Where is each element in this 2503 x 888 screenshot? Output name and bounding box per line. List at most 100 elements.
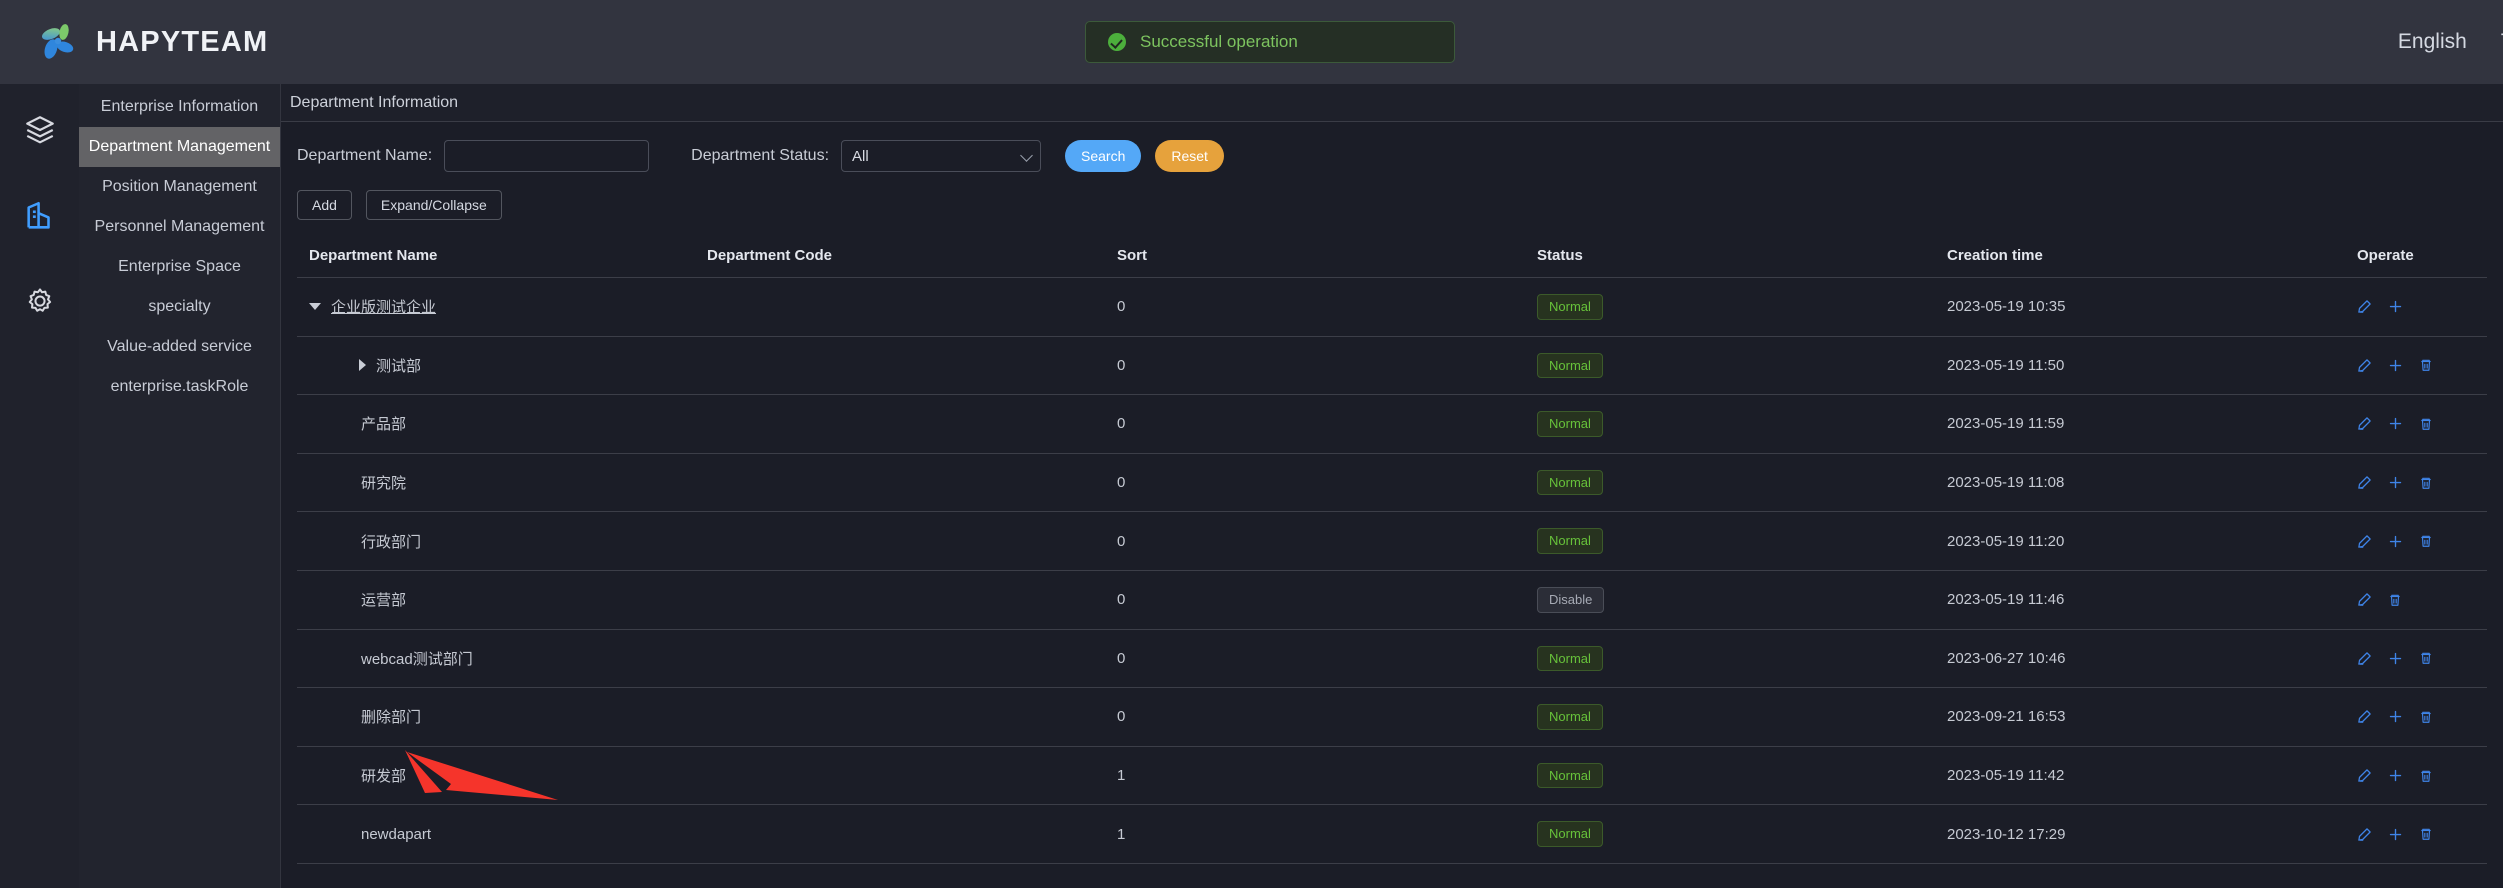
edit-icon[interactable] xyxy=(2357,416,2372,431)
department-name-text: 删除部门 xyxy=(361,709,422,727)
cell-sort: 0 xyxy=(1117,277,1537,337)
caret-right-icon[interactable] xyxy=(359,359,366,372)
cell-operate xyxy=(2357,394,2487,454)
cell-creation-time: 2023-10-12 17:29 xyxy=(1947,804,2357,864)
delete-icon[interactable] xyxy=(2419,417,2433,431)
cell-creation-time: 2023-05-19 11:46 xyxy=(1947,570,2357,630)
cell-sort: 1 xyxy=(1117,804,1537,864)
sidebar-item-value-added-service[interactable]: Value-added service xyxy=(79,327,280,367)
rail-item-enterprise[interactable] xyxy=(18,196,62,240)
add-icon[interactable] xyxy=(2388,651,2403,666)
cell-operate xyxy=(2357,277,2487,337)
topbar-right-actions: English The xyxy=(2398,0,2503,84)
department-name-text: 研究院 xyxy=(361,475,407,493)
add-button[interactable]: Add xyxy=(297,190,352,220)
department-name-text: 产品部 xyxy=(361,416,407,434)
cell-sort: 0 xyxy=(1117,687,1537,747)
department-name-input[interactable] xyxy=(444,140,650,172)
operate-actions xyxy=(2357,358,2487,373)
table-row[interactable]: 研究院 0 Normal 2023-05-19 11:08 xyxy=(297,453,2487,513)
cell-creation-time: 2023-09-21 16:53 xyxy=(1947,687,2357,747)
table-row[interactable]: 删除部门 0 Normal 2023-09-21 16:53 xyxy=(297,687,2487,747)
sidebar-item-enterprise-space[interactable]: Enterprise Space xyxy=(79,247,280,287)
caret-down-icon[interactable] xyxy=(309,303,321,311)
cell-department-code xyxy=(707,394,1117,454)
main-content: Department Information Department Name: … xyxy=(281,84,2503,888)
table-row[interactable]: 测试部 0 Normal 2023-05-19 11:50 xyxy=(297,336,2487,396)
status-badge: Normal xyxy=(1537,528,1603,554)
icon-rail xyxy=(0,84,79,888)
table-row[interactable]: newdapart 1 Normal 2023-10-12 17:29 xyxy=(297,804,2487,864)
add-icon[interactable] xyxy=(2388,534,2403,549)
table-row[interactable]: 行政部门 0 Normal 2023-05-19 11:20 xyxy=(297,511,2487,571)
table-row[interactable]: 运营部 0 Disable 2023-05-19 11:46 xyxy=(297,570,2487,630)
cell-creation-time: 2023-05-19 10:35 xyxy=(1947,277,2357,337)
cell-sort: 1 xyxy=(1117,746,1537,806)
delete-icon[interactable] xyxy=(2419,710,2433,724)
rail-item-layers[interactable] xyxy=(18,110,62,154)
status-badge: Normal xyxy=(1537,294,1603,320)
sidebar-item-personnel-management[interactable]: Personnel Management xyxy=(79,207,280,247)
cell-department-name: 产品部 xyxy=(297,394,707,454)
department-table: Department Name Department Code Sort Sta… xyxy=(297,234,2487,864)
delete-icon[interactable] xyxy=(2419,358,2433,372)
table-header-row: Department Name Department Code Sort Sta… xyxy=(297,234,2487,278)
department-name-text: 研发部 xyxy=(361,768,407,786)
reset-button[interactable]: Reset xyxy=(1155,140,1224,172)
sidebar-item-specialty[interactable]: specialty xyxy=(79,287,280,327)
edit-icon[interactable] xyxy=(2357,358,2372,373)
delete-icon[interactable] xyxy=(2419,651,2433,665)
table-row[interactable]: 企业版测试企业 0 Normal 2023-05-19 10:35 xyxy=(297,277,2487,337)
edit-icon[interactable] xyxy=(2357,651,2372,666)
add-icon[interactable] xyxy=(2388,416,2403,431)
column-status: Status xyxy=(1537,234,1947,278)
sidebar-item-department-management[interactable]: Department Management xyxy=(79,127,280,167)
add-icon[interactable] xyxy=(2388,358,2403,373)
brand[interactable]: HAPYTEAM xyxy=(36,20,268,64)
table-row[interactable]: webcad测试部门 0 Normal 2023-06-27 10:46 xyxy=(297,629,2487,689)
cell-operate xyxy=(2357,570,2487,630)
table-head: Department Name Department Code Sort Sta… xyxy=(297,234,2487,278)
edit-icon[interactable] xyxy=(2357,475,2372,490)
edit-icon[interactable] xyxy=(2357,709,2372,724)
edit-icon[interactable] xyxy=(2357,768,2372,783)
delete-icon[interactable] xyxy=(2388,593,2402,607)
add-icon[interactable] xyxy=(2388,475,2403,490)
sidebar-item-task-role[interactable]: enterprise.taskRole xyxy=(79,367,280,407)
edit-icon[interactable] xyxy=(2357,592,2372,607)
layers-icon xyxy=(23,113,57,152)
edit-icon[interactable] xyxy=(2357,299,2372,314)
department-name-label: Department Name: xyxy=(297,147,433,164)
expand-collapse-button[interactable]: Expand/Collapse xyxy=(365,190,502,220)
delete-icon[interactable] xyxy=(2419,534,2433,548)
cell-status: Normal xyxy=(1537,394,1947,454)
edit-icon[interactable] xyxy=(2357,534,2372,549)
department-name-text: 运营部 xyxy=(361,592,407,610)
sidebar-item-position-management[interactable]: Position Management xyxy=(79,167,280,207)
sidebar-item-enterprise-information[interactable]: Enterprise Information xyxy=(79,87,280,127)
cell-status: Normal xyxy=(1537,277,1947,337)
cell-department-name: 删除部门 xyxy=(297,687,707,747)
status-badge: Normal xyxy=(1537,352,1603,379)
delete-icon[interactable] xyxy=(2419,827,2433,841)
table-row[interactable]: 产品部 0 Normal 2023-05-19 11:59 xyxy=(297,394,2487,454)
cell-department-code xyxy=(707,277,1117,337)
cell-department-name: webcad测试部门 xyxy=(297,629,707,689)
search-button[interactable]: Search xyxy=(1065,140,1142,172)
cell-operate xyxy=(2357,336,2487,396)
add-icon[interactable] xyxy=(2388,768,2403,783)
add-icon[interactable] xyxy=(2388,827,2403,842)
cell-operate xyxy=(2357,687,2487,747)
table-row[interactable]: 研发部 1 Normal 2023-05-19 11:42 xyxy=(297,746,2487,806)
column-creation-time: Creation time xyxy=(1947,234,2357,278)
delete-icon[interactable] xyxy=(2419,769,2433,783)
add-icon[interactable] xyxy=(2388,299,2403,314)
department-status-select[interactable]: All xyxy=(841,140,1042,172)
rail-item-settings[interactable] xyxy=(18,282,62,326)
add-icon[interactable] xyxy=(2388,709,2403,724)
edit-icon[interactable] xyxy=(2357,827,2372,842)
delete-icon[interactable] xyxy=(2419,476,2433,490)
success-toast: Successful operation xyxy=(1085,21,1455,63)
cell-operate xyxy=(2357,804,2487,864)
language-switcher[interactable]: English xyxy=(2398,30,2467,54)
